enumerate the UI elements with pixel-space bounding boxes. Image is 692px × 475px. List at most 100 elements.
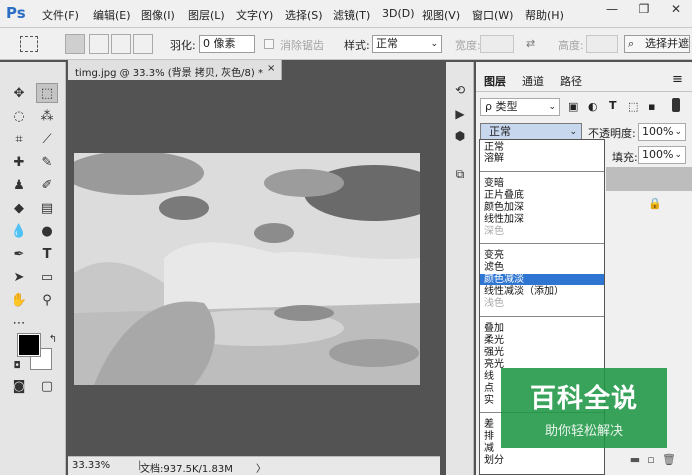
document-tab[interactable]: timg.jpg @ 33.3% (背景 拷贝, 灰色/8) * × bbox=[68, 60, 282, 80]
layer-row-background[interactable]: 🔒 bbox=[606, 193, 692, 215]
more-tools-icon[interactable]: ⋯ bbox=[8, 314, 30, 334]
hand-tool-icon[interactable]: ✋ bbox=[8, 291, 30, 311]
eraser-tool-icon[interactable]: ◆ bbox=[8, 199, 30, 219]
healing-brush-icon[interactable]: ✚ bbox=[8, 153, 30, 173]
zoom-level[interactable]: 33.33% bbox=[72, 460, 110, 471]
watermark-title: 百科全说 bbox=[529, 384, 638, 414]
lasso-tool-icon[interactable]: ◌ bbox=[8, 107, 30, 127]
magic-wand-icon[interactable]: ⁂ bbox=[36, 107, 58, 127]
status-menu-arrow[interactable]: 〉 bbox=[256, 460, 266, 475]
blend-option[interactable]: 变暗 bbox=[480, 178, 604, 189]
properties-panel-icon[interactable]: ⧉ bbox=[452, 166, 468, 182]
tab-paths[interactable]: 路径 bbox=[560, 73, 582, 89]
new-layer-icon[interactable]: ▫ bbox=[644, 453, 658, 467]
subtract-selection-icon[interactable] bbox=[111, 34, 131, 54]
zoom-tool-icon[interactable]: ⚲ bbox=[36, 291, 58, 311]
menu-image[interactable]: 图像(I) bbox=[141, 7, 175, 23]
type-tool-icon[interactable]: T bbox=[36, 245, 58, 265]
3d-panel-icon[interactable]: ⬢ bbox=[452, 128, 468, 144]
blend-option[interactable]: 强光 bbox=[480, 347, 604, 358]
blend-option[interactable]: 变亮 bbox=[480, 250, 604, 261]
blend-option[interactable]: 柔光 bbox=[480, 335, 604, 346]
filter-pixel-icon[interactable]: ▣ bbox=[568, 100, 578, 113]
blend-option[interactable]: 叠加 bbox=[480, 323, 604, 334]
options-bar: 羽化: 0 像素 消除锯齿 样式: 正常 ⌄ 宽度: ⇄ 高度: ⌕ 选择并遮 bbox=[0, 28, 692, 60]
menu-window[interactable]: 窗口(W) bbox=[472, 7, 513, 23]
feather-label: 羽化: bbox=[170, 39, 196, 52]
close-document-icon[interactable]: × bbox=[267, 63, 275, 74]
delete-layer-icon[interactable]: 🗑 bbox=[662, 453, 676, 467]
eyedropper-icon[interactable]: ⟋ bbox=[36, 130, 58, 150]
menu-select[interactable]: 选择(S) bbox=[285, 7, 323, 23]
style-select[interactable]: 正常 ⌄ bbox=[372, 35, 442, 53]
blend-option-selected[interactable]: 颜色减淡 bbox=[480, 274, 604, 285]
default-colors-icon[interactable]: ◘ bbox=[6, 356, 28, 376]
restore-button[interactable]: ❐ bbox=[628, 0, 660, 20]
blend-option[interactable]: 正常 bbox=[480, 142, 604, 153]
rectangle-tool-icon[interactable]: ▭ bbox=[36, 268, 58, 288]
tab-channels[interactable]: 通道 bbox=[522, 73, 544, 89]
filter-smart-object-icon[interactable]: ▪ bbox=[648, 100, 655, 113]
history-panel-icon[interactable]: ⟲ bbox=[452, 82, 468, 98]
crop-tool-icon[interactable]: ⌗ bbox=[8, 130, 30, 150]
blend-option[interactable]: 正片叠底 bbox=[480, 190, 604, 201]
fill-input[interactable]: 100% ⌄ bbox=[638, 146, 686, 164]
select-and-mask-button[interactable]: ⌕ 选择并遮 bbox=[624, 35, 690, 53]
inverted-landscape-photo bbox=[74, 153, 420, 385]
opacity-input[interactable]: 100% ⌄ bbox=[638, 123, 686, 141]
toolbox: ✥ ⬚ ◌ ⁂ ⌗ ⟋ ✚ ✎ ♟ ✐ ◆ ▤ 💧 ● ✒ T ➤ ▭ ✋ ⚲ … bbox=[0, 62, 66, 475]
filter-shape-icon[interactable]: ⬚ bbox=[628, 100, 638, 113]
new-group-icon[interactable]: ▬ bbox=[628, 453, 642, 467]
menu-file[interactable]: 文件(F) bbox=[42, 7, 79, 23]
menu-layer[interactable]: 图层(L) bbox=[188, 7, 225, 23]
swap-colors-icon[interactable]: ↰ bbox=[42, 330, 64, 350]
panel-menu-icon[interactable]: ≡ bbox=[672, 72, 683, 87]
minimize-button[interactable]: — bbox=[596, 0, 628, 20]
blend-option-disabled: 浅色 bbox=[484, 298, 504, 309]
layer-row-selected[interactable] bbox=[606, 167, 692, 191]
photoshop-logo: Ps bbox=[6, 4, 26, 22]
gradient-tool-icon[interactable]: ▤ bbox=[36, 199, 58, 219]
history-brush-icon[interactable]: ✐ bbox=[36, 176, 58, 196]
clone-stamp-icon[interactable]: ♟ bbox=[8, 176, 30, 196]
blend-option[interactable]: 滤色 bbox=[480, 262, 604, 273]
filter-toggle-icon[interactable] bbox=[672, 98, 680, 112]
dodge-tool-icon[interactable]: ● bbox=[36, 222, 58, 242]
blend-option[interactable]: 线性加深 bbox=[480, 214, 604, 225]
blend-option[interactable]: 线性减淡（添加） bbox=[480, 286, 604, 297]
move-tool-icon[interactable]: ✥ bbox=[8, 84, 30, 104]
add-selection-icon[interactable] bbox=[89, 34, 109, 54]
menu-edit[interactable]: 编辑(E) bbox=[93, 7, 131, 23]
menu-3d[interactable]: 3D(D) bbox=[382, 7, 415, 20]
path-selection-icon[interactable]: ➤ bbox=[8, 268, 30, 288]
chevron-down-icon: ⌄ bbox=[430, 39, 438, 49]
menu-help[interactable]: 帮助(H) bbox=[525, 7, 564, 23]
blend-option[interactable]: 溶解 bbox=[480, 153, 604, 164]
close-button[interactable]: ✕ bbox=[660, 0, 692, 20]
feather-input[interactable]: 0 像素 bbox=[199, 35, 255, 53]
menu-filter[interactable]: 滤镜(T) bbox=[333, 7, 370, 23]
brush-tool-icon[interactable]: ✎ bbox=[36, 153, 58, 173]
quick-mask-icon[interactable]: ◙ bbox=[8, 377, 30, 397]
document-image[interactable] bbox=[74, 153, 420, 385]
antialias-checkbox[interactable] bbox=[264, 39, 274, 49]
menu-view[interactable]: 视图(V) bbox=[422, 7, 460, 23]
blur-tool-icon[interactable]: 💧 bbox=[8, 222, 30, 242]
blend-option[interactable]: 划分 bbox=[480, 455, 604, 466]
new-selection-icon[interactable] bbox=[65, 34, 85, 54]
blend-option[interactable]: 颜色加深 bbox=[480, 202, 604, 213]
layer-kind-filter[interactable]: ρ 类型 ⌄ bbox=[480, 98, 560, 116]
chevron-down-icon: ⌄ bbox=[674, 127, 682, 137]
actions-panel-icon[interactable]: ▶ bbox=[452, 106, 468, 122]
filter-type-icon[interactable]: T bbox=[609, 99, 617, 112]
marquee-preset-icon[interactable] bbox=[20, 36, 38, 52]
lock-icon: 🔒 bbox=[648, 197, 662, 210]
screen-mode-icon[interactable]: ▢ bbox=[36, 377, 58, 397]
fill-value: 100% bbox=[642, 148, 674, 161]
marquee-tool-icon[interactable]: ⬚ bbox=[36, 83, 58, 103]
filter-adjustment-icon[interactable]: ◐ bbox=[588, 100, 598, 113]
menu-type[interactable]: 文字(Y) bbox=[236, 7, 273, 23]
pen-tool-icon[interactable]: ✒ bbox=[8, 245, 30, 265]
intersect-selection-icon[interactable] bbox=[133, 34, 153, 54]
tab-layers[interactable]: 图层 bbox=[484, 73, 506, 89]
